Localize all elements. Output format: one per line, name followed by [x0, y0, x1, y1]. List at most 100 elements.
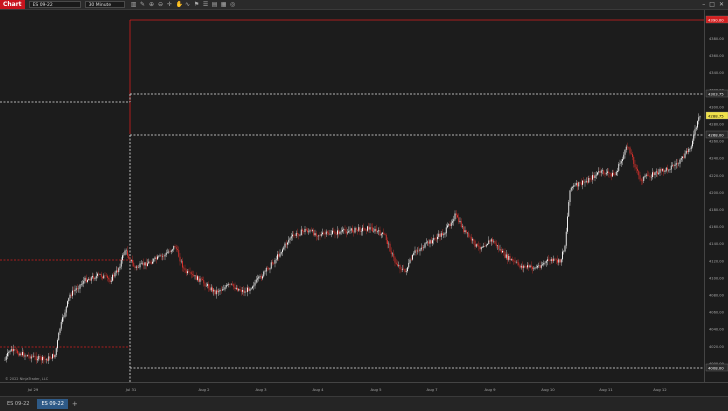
candle [267, 266, 268, 272]
price-tick-label: 4040.00 [709, 328, 725, 332]
candle [318, 235, 319, 241]
candle [158, 255, 159, 258]
candle [547, 257, 548, 266]
candle [226, 283, 227, 289]
candle [632, 152, 633, 160]
candle [516, 260, 517, 263]
candle [682, 156, 683, 162]
candle [268, 267, 269, 271]
candle [663, 168, 664, 176]
candle [636, 164, 637, 173]
time-tick-label: Aug 7 [426, 387, 438, 392]
candle [443, 232, 444, 238]
candle [175, 244, 176, 247]
candle [326, 229, 327, 237]
time-axis[interactable]: Jul 29Jul 31Aug 2Aug 3Aug 4Aug 5Aug 7Aug… [0, 382, 728, 395]
tab-es-09-22[interactable]: ES 09-22 [3, 399, 33, 409]
candle [136, 265, 137, 270]
hand-icon[interactable]: ✋ [176, 2, 182, 8]
candle [467, 232, 468, 237]
candle [520, 264, 521, 269]
candle [402, 265, 403, 272]
interval-selector[interactable]: 30 Minute [85, 1, 125, 8]
template-icon[interactable]: ▤ [212, 2, 218, 8]
candle [373, 228, 374, 233]
candle [610, 172, 611, 178]
chart-toolbar: Chart ES 09-22 30 Minute ▥ ✎ ⊕ ⊖ ✛ ✋ ∿ ⚑… [0, 0, 728, 10]
time-tick-label: Aug 9 [484, 387, 496, 392]
candle [687, 148, 688, 154]
candle [310, 229, 311, 234]
candle [213, 288, 214, 296]
candle [106, 273, 107, 277]
strategy-icon[interactable]: ⚑ [194, 2, 200, 8]
candle [367, 226, 368, 232]
candle [45, 355, 46, 362]
maximize-icon[interactable]: □ [709, 1, 715, 8]
candle [43, 356, 44, 364]
instrument-selector[interactable]: ES 09-22 [29, 1, 81, 8]
candle [550, 257, 551, 265]
candle [133, 260, 134, 267]
candle [485, 242, 486, 247]
candle [63, 315, 64, 322]
add-tab-icon[interactable]: + [72, 400, 78, 408]
candle [153, 258, 154, 264]
candle [453, 216, 454, 226]
price-tick-label: 4240.00 [709, 157, 725, 161]
candle [30, 354, 31, 361]
crosshair-icon[interactable]: ✛ [167, 2, 173, 8]
tab-es-09-22-active[interactable]: ES 09-22 [37, 399, 67, 409]
candle [616, 171, 617, 176]
minimize-icon[interactable]: – [702, 1, 705, 8]
candle [613, 170, 614, 176]
candle [463, 225, 464, 233]
candle [261, 273, 262, 281]
candle [400, 264, 401, 273]
candle [628, 147, 629, 150]
candle [230, 283, 231, 287]
candle [512, 257, 513, 262]
candle [495, 240, 496, 245]
candle [250, 287, 251, 294]
indicators-icon[interactable]: ∿ [185, 2, 191, 8]
candle [507, 252, 508, 264]
candle [543, 260, 544, 266]
candle [360, 225, 361, 235]
candle [232, 281, 233, 286]
candle [695, 125, 696, 138]
bars-icon[interactable]: ▥ [131, 2, 137, 8]
properties-icon[interactable]: ☰ [203, 2, 209, 8]
chart-title-badge: Chart [0, 0, 25, 9]
candle [162, 253, 163, 260]
candle [348, 226, 349, 233]
candle [190, 268, 191, 276]
candle [13, 345, 14, 356]
candle [517, 260, 518, 266]
candle [646, 173, 647, 179]
candle [692, 139, 693, 149]
candle [343, 228, 344, 234]
candle [551, 257, 552, 263]
svg-text:4303.75: 4303.75 [708, 92, 724, 97]
drawing-icon[interactable]: ✎ [140, 2, 146, 8]
close-icon[interactable]: ✕ [719, 1, 724, 8]
layout-icon[interactable]: ▦ [221, 2, 227, 8]
candle [313, 228, 314, 237]
candle [693, 131, 694, 144]
candle [248, 286, 249, 292]
zoom-out-icon[interactable]: ⊖ [158, 2, 164, 8]
candle [660, 167, 661, 176]
candle [146, 258, 147, 269]
candle [502, 249, 503, 253]
snapshot-icon[interactable]: ◎ [230, 2, 236, 8]
price-chart[interactable] [0, 10, 704, 382]
candle [560, 259, 561, 265]
time-tick-label: Aug 5 [370, 387, 382, 392]
price-axis[interactable]: 4380.004360.004340.004320.004300.004280.… [704, 10, 728, 382]
candle [578, 182, 579, 190]
zoom-in-icon[interactable]: ⊕ [149, 2, 155, 8]
window-controls: – □ ✕ [702, 1, 724, 8]
candle [67, 300, 68, 308]
candle [302, 228, 303, 236]
